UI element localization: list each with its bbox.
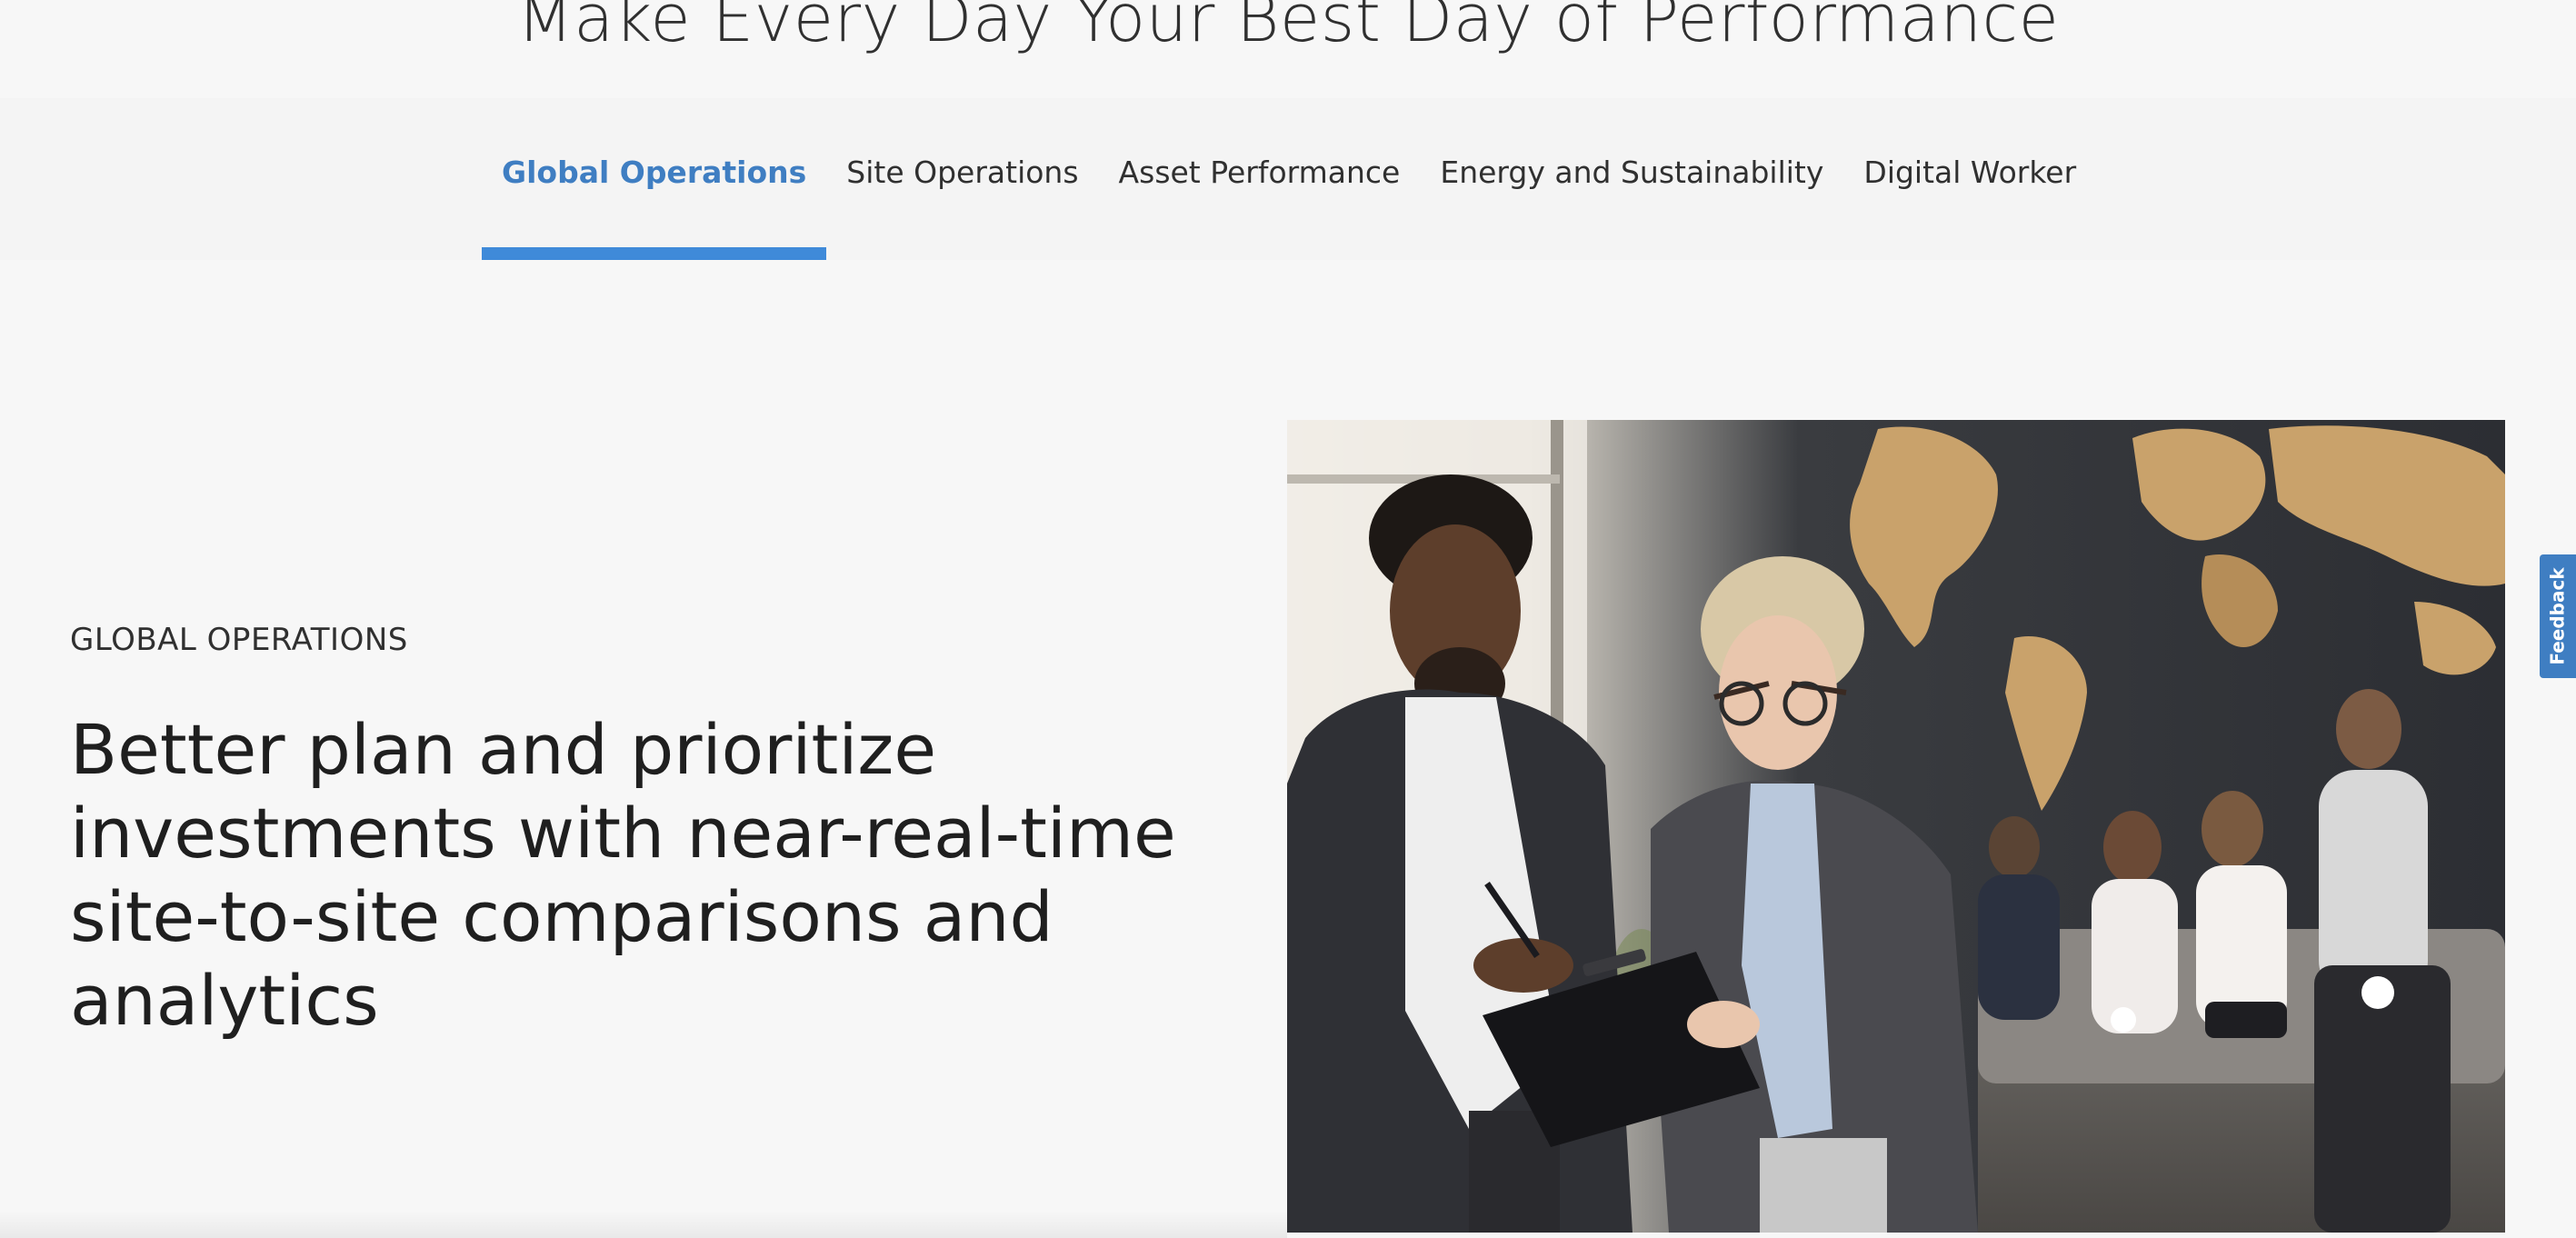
tab-digital-worker[interactable]: Digital Worker (1843, 98, 2096, 260)
tab-bar: Global Operations Site Operations Asset … (0, 98, 2576, 260)
section-kicker: GLOBAL OPERATIONS (70, 622, 408, 658)
tab-energy-and-sustainability[interactable]: Energy and Sustainability (1420, 98, 1843, 260)
section-heading: Better plan and prioritize investments w… (70, 709, 1176, 1041)
hero-heading: Make Every Day Your Best Day of Performa… (516, 0, 2060, 56)
business-team-meeting-photo (1287, 420, 2505, 1233)
tab-list: Global Operations Site Operations Asset … (482, 98, 2096, 260)
page: Make Every Day Your Best Day of Performa… (0, 0, 2576, 1238)
tab-asset-performance[interactable]: Asset Performance (1099, 98, 1421, 260)
feedback-button[interactable]: Feedback (2540, 554, 2576, 678)
tab-site-operations[interactable]: Site Operations (826, 98, 1098, 260)
feedback-label: Feedback (2547, 567, 2570, 665)
bottom-shadow (0, 1211, 1287, 1238)
tab-global-operations[interactable]: Global Operations (482, 98, 827, 260)
